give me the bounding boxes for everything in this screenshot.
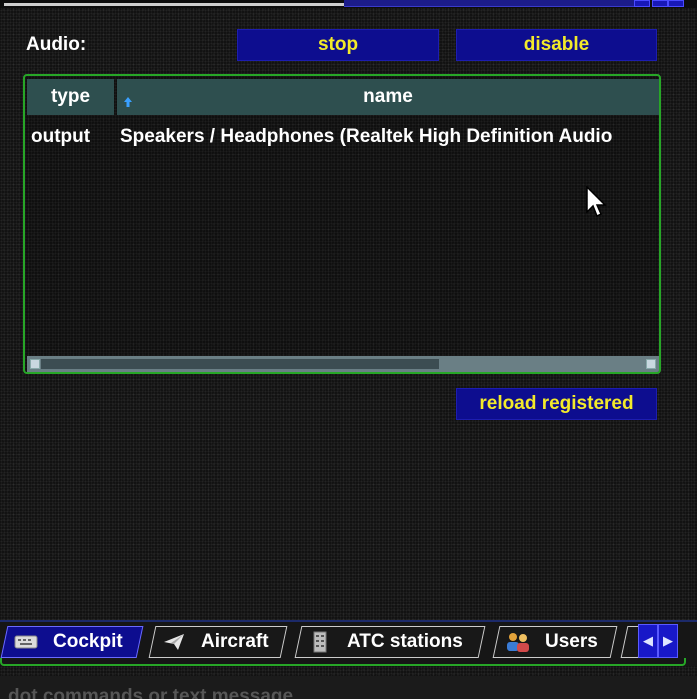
- scroll-right-icon[interactable]: [646, 359, 656, 369]
- tab-bar-border: [0, 658, 686, 666]
- top-button-middle[interactable]: [652, 0, 668, 7]
- top-blue-bar: [344, 0, 634, 7]
- triangle-right-icon: ▶: [663, 633, 673, 648]
- tab-atc-stations[interactable]: ATC stations: [294, 626, 486, 658]
- tab-scroll-right-button[interactable]: ▶: [658, 624, 678, 658]
- keyboard-icon: [13, 632, 39, 652]
- scrollbar-thumb[interactable]: [41, 359, 439, 369]
- scroll-left-icon[interactable]: [30, 359, 40, 369]
- column-header-name[interactable]: name: [117, 79, 659, 115]
- horizontal-scrollbar[interactable]: [27, 356, 659, 372]
- table-row[interactable]: output Speakers / Headphones (Realtek Hi…: [27, 124, 659, 152]
- tab-users-label: Users: [545, 631, 598, 652]
- tab-cockpit[interactable]: Cockpit: [0, 626, 144, 658]
- row-name-cell: Speakers / Headphones (Realtek High Defi…: [120, 126, 613, 147]
- row-type-cell: output: [31, 126, 91, 147]
- audio-devices-table: type name output Speakers / Headphones (…: [23, 74, 661, 374]
- mouse-pointer-icon: [586, 186, 607, 218]
- users-icon: [505, 632, 531, 652]
- top-button-left[interactable]: [634, 0, 650, 7]
- tab-aircraft-label: Aircraft: [201, 631, 269, 652]
- top-progress-line: [4, 3, 344, 6]
- stop-button[interactable]: stop: [237, 29, 439, 61]
- disable-button[interactable]: disable: [456, 29, 657, 61]
- tab-atc-stations-label: ATC stations: [347, 631, 463, 652]
- tab-cockpit-label: Cockpit: [53, 631, 123, 652]
- tab-users[interactable]: Users: [492, 626, 618, 658]
- audio-label: Audio:: [26, 34, 87, 55]
- building-icon: [307, 631, 333, 653]
- sort-ascending-icon: [124, 97, 132, 107]
- column-header-type[interactable]: type: [27, 79, 114, 115]
- paper-plane-icon: [161, 632, 187, 652]
- reload-registered-button[interactable]: reload registered: [456, 388, 657, 420]
- table-header: type name: [27, 79, 659, 115]
- triangle-left-icon: ◀: [643, 633, 653, 648]
- tab-scroll-left-button[interactable]: ◀: [638, 624, 658, 658]
- top-button-right[interactable]: [668, 0, 684, 7]
- tab-aircraft[interactable]: Aircraft: [148, 626, 288, 658]
- column-header-name-label: name: [363, 86, 413, 107]
- command-input[interactable]: dot commands or text message: [8, 686, 293, 699]
